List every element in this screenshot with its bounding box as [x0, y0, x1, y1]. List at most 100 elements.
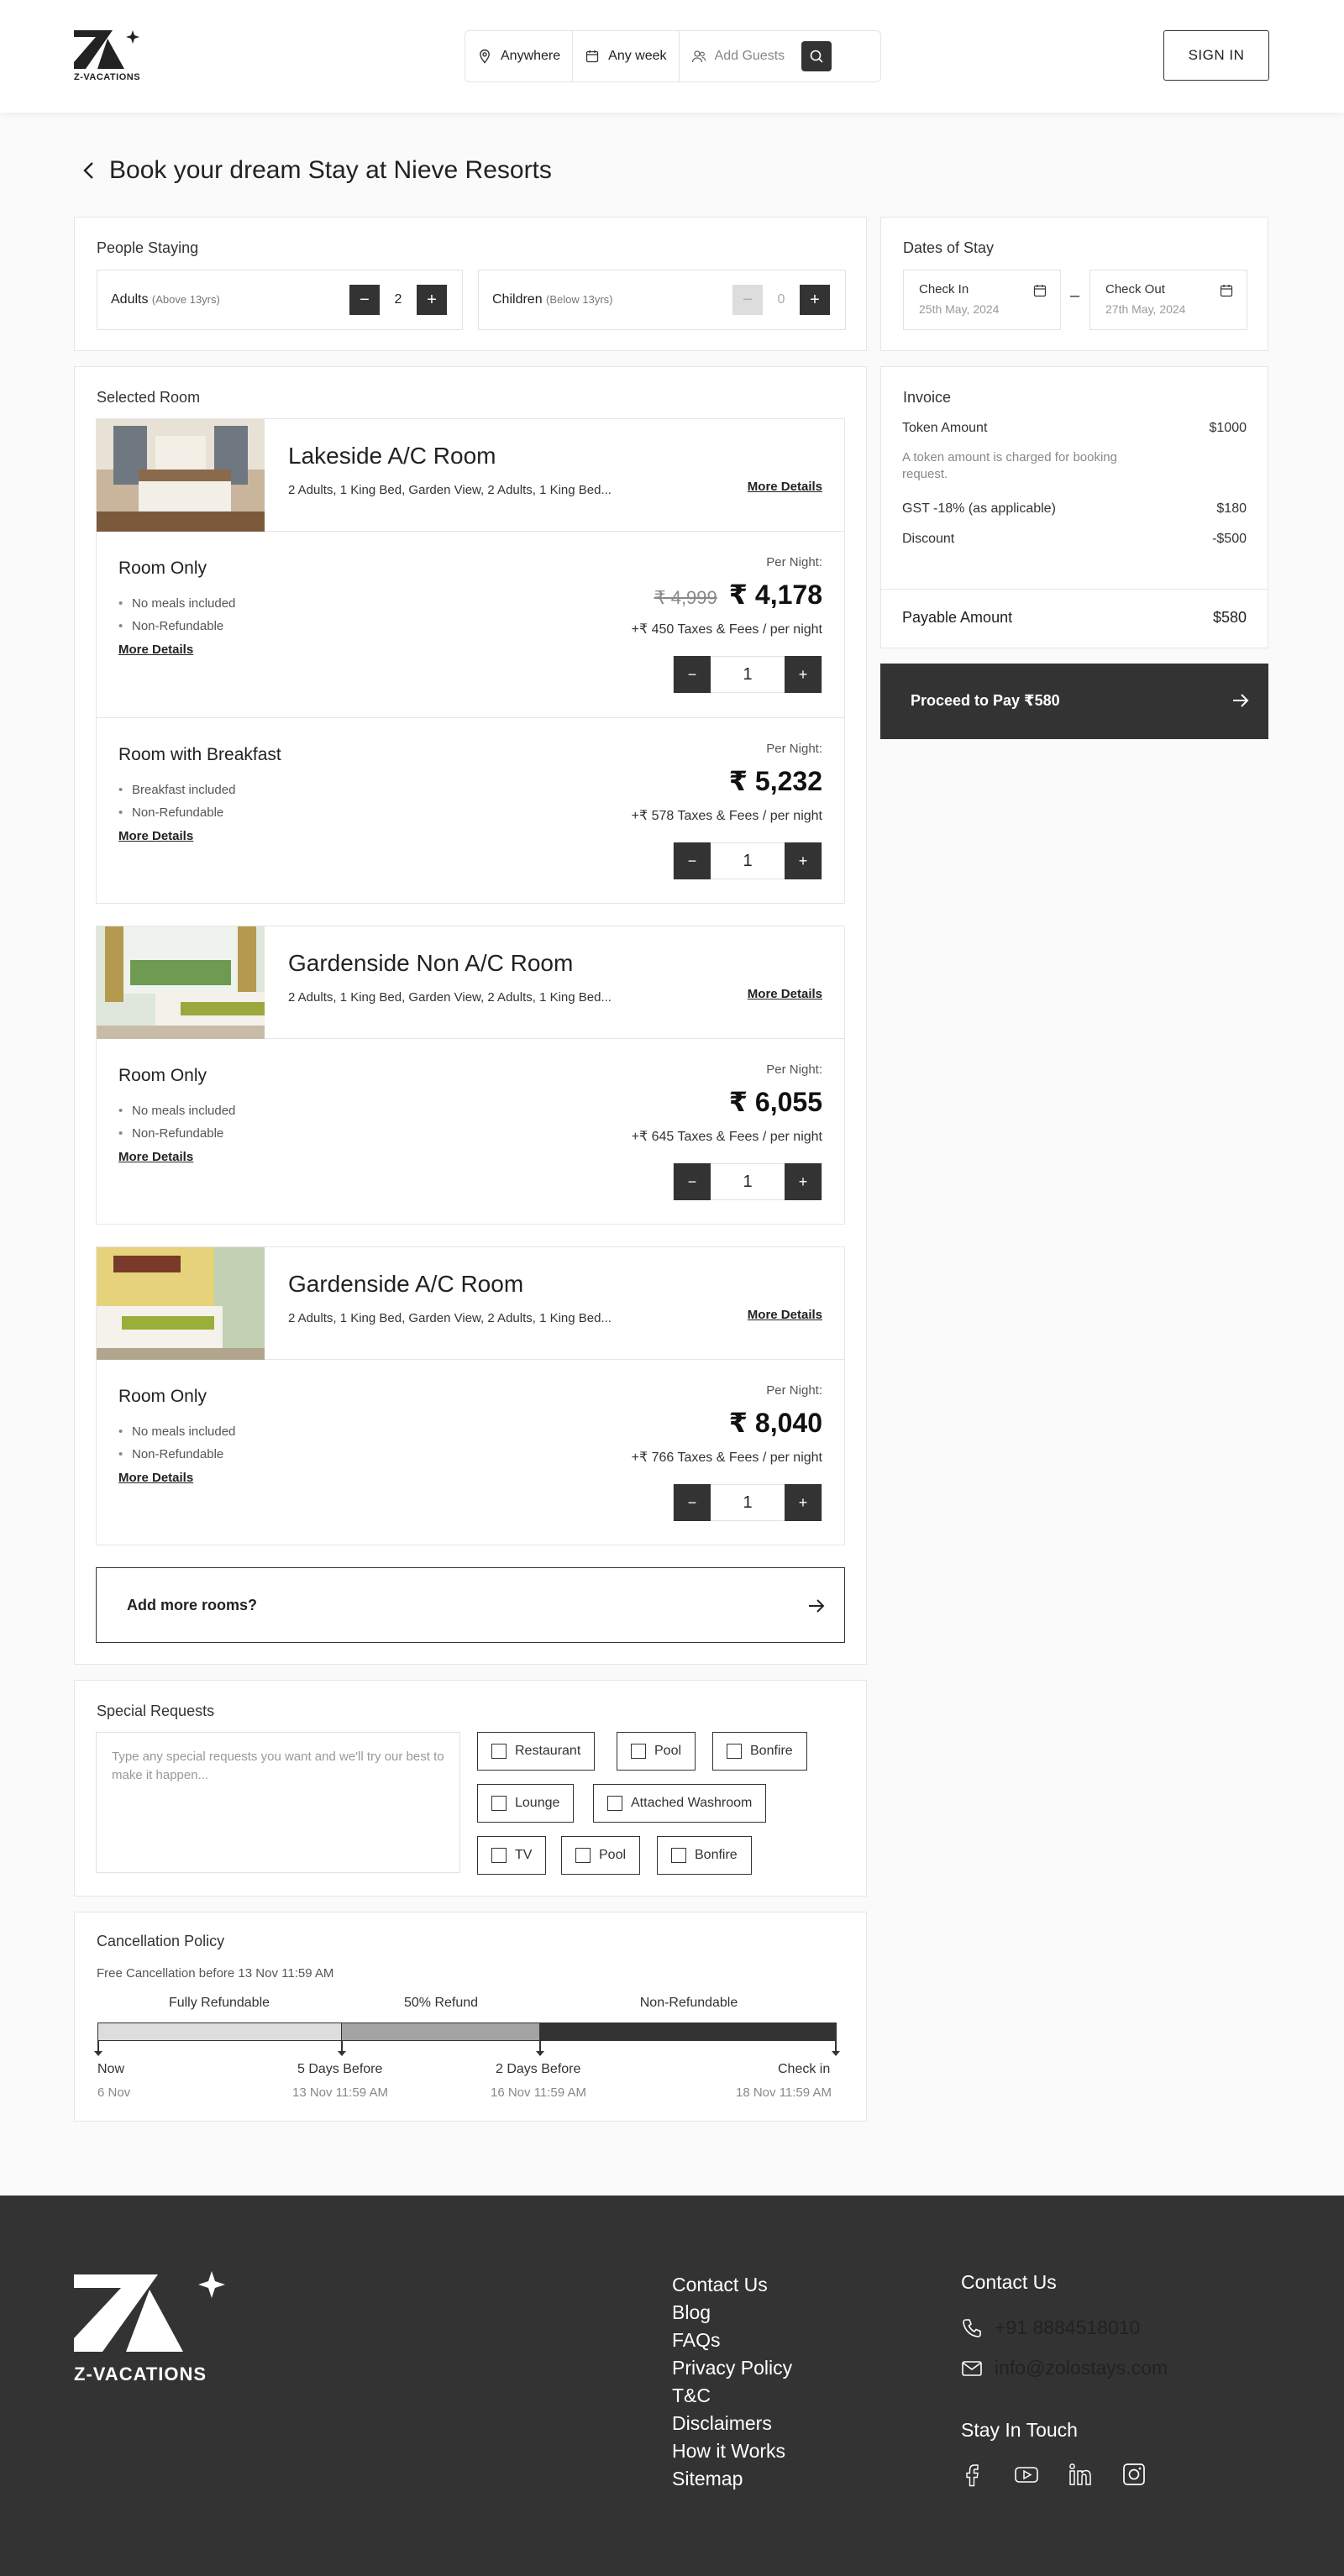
week-value: Any week: [608, 49, 667, 63]
option-label: Lounge: [515, 1796, 560, 1810]
payable-amount-row: Payable Amount $580: [902, 609, 1247, 627]
request-option-tv[interactable]: TV: [477, 1836, 547, 1875]
footer-link-blog[interactable]: Blog: [672, 2299, 792, 2327]
refund-bar-none: [539, 2023, 837, 2041]
footer-phone[interactable]: +91 8884518010: [961, 2316, 1140, 2339]
children-increment-button[interactable]: +: [800, 285, 830, 315]
children-count: 0: [777, 292, 785, 307]
plan-features: Breakfast included Non-Refundable: [118, 779, 235, 824]
youtube-icon[interactable]: [1013, 2461, 1040, 2488]
footer-contact-title: Contact Us: [961, 2271, 1057, 2293]
children-stepper: Children (Below 13yrs) − 0 +: [478, 270, 846, 330]
room-name: Gardenside A/C Room: [288, 1271, 524, 1297]
room-card-gardenside-non-ac: Gardenside Non A/C Room 2 Adults, 1 King…: [96, 926, 845, 1225]
location-filter[interactable]: Anywhere: [465, 31, 574, 81]
request-option-pool[interactable]: Pool: [617, 1732, 696, 1771]
room-more-details-link[interactable]: More Details: [748, 987, 822, 1001]
special-requests-textarea[interactable]: Type any special requests you want and w…: [96, 1732, 460, 1873]
footer-link-disclaimers[interactable]: Disclaimers: [672, 2410, 792, 2437]
invoice-divider: [881, 589, 1268, 590]
current-price: ₹ 5,232: [728, 766, 822, 796]
plan-more-details-link[interactable]: More Details: [118, 643, 193, 657]
check-in-value: 25th May, 2024: [919, 302, 1000, 316]
plan-more-details-link[interactable]: More Details: [118, 829, 193, 843]
plan-feature: No meals included: [118, 592, 235, 615]
footer-link-sitemap[interactable]: Sitemap: [672, 2465, 792, 2493]
footer-link-privacy-policy[interactable]: Privacy Policy: [672, 2354, 792, 2382]
calendar-icon: [1033, 285, 1047, 297]
check-out-label: Check Out: [1105, 282, 1165, 296]
rate-plan: Room Only No meals included Non-Refundab…: [97, 532, 844, 718]
room-description: 2 Adults, 1 King Bed, Garden View, 2 Adu…: [288, 990, 612, 1005]
rate-plan: Room Only No meals included Non-Refundab…: [97, 1039, 844, 1225]
location-pin-icon: [480, 49, 490, 64]
bedroom-image-icon: [97, 1247, 265, 1360]
request-option-bonfire[interactable]: Bonfire: [712, 1732, 807, 1771]
phase-label-non-refundable: Non-Refundable: [639, 1996, 738, 2010]
room-more-details-link[interactable]: More Details: [748, 480, 822, 494]
milestone-date: 18 Nov 11:59 AM: [736, 2085, 832, 2100]
room-header: Lakeside A/C Room 2 Adults, 1 King Bed, …: [97, 419, 844, 532]
footer-link-faqs[interactable]: FAQs: [672, 2327, 792, 2354]
footer-email[interactable]: info@zolostays.com: [961, 2357, 1168, 2379]
sign-in-button[interactable]: SIGN IN: [1163, 30, 1269, 81]
request-option-restaurant[interactable]: Restaurant: [477, 1732, 596, 1771]
plan-name: Room Only: [118, 559, 207, 578]
quantity-increment-button[interactable]: +: [785, 842, 822, 879]
request-option-attached-washroom[interactable]: Attached Washroom: [593, 1784, 767, 1823]
request-option-bonfire-2[interactable]: Bonfire: [657, 1836, 752, 1875]
check-out-field[interactable]: Check Out 27th May, 2024: [1089, 270, 1247, 330]
checkbox-icon: [575, 1848, 591, 1863]
children-decrement-button[interactable]: −: [732, 285, 763, 315]
plan-feature: No meals included: [118, 1420, 235, 1443]
facebook-icon[interactable]: [959, 2461, 986, 2488]
instagram-icon[interactable]: [1121, 2461, 1147, 2488]
plan-more-details-link[interactable]: More Details: [118, 1471, 193, 1485]
search-button[interactable]: [801, 41, 832, 71]
room-photo: [97, 419, 265, 532]
brand-wordmark: Z-VACATIONS: [74, 72, 141, 82]
quantity-increment-button[interactable]: +: [785, 656, 822, 693]
quantity-value: 1: [743, 851, 753, 870]
quantity-decrement-button[interactable]: −: [674, 1484, 711, 1521]
plan-feature: No meals included: [118, 1099, 235, 1122]
week-filter[interactable]: Any week: [573, 31, 680, 81]
rate-plan: Room with Breakfast Breakfast included N…: [97, 718, 844, 905]
proceed-to-pay-button[interactable]: Proceed to Pay ₹580: [880, 664, 1268, 739]
dates-card: Dates of Stay Check In 25th May, 2024 – …: [880, 217, 1268, 351]
plan-more-details-link[interactable]: More Details: [118, 1150, 193, 1164]
guests-filter[interactable]: Add Guests: [680, 31, 797, 81]
milestone-date: 13 Nov 11:59 AM: [292, 2085, 388, 2100]
original-price: ₹ 4,999: [654, 587, 717, 608]
footer-wordmark: Z-VACATIONS: [74, 2364, 207, 2385]
quantity-decrement-button[interactable]: −: [674, 842, 711, 879]
adults-decrement-button[interactable]: −: [349, 285, 380, 315]
brand-logo[interactable]: Z-VACATIONS: [74, 30, 150, 86]
calendar-icon: [586, 50, 599, 63]
chevron-left-icon[interactable]: [81, 160, 97, 181]
add-more-rooms-button[interactable]: Add more rooms?: [96, 1567, 845, 1643]
milestone-tick: [94, 2041, 102, 2056]
footer-link-contact-us[interactable]: Contact Us: [672, 2271, 792, 2299]
check-in-field[interactable]: Check In 25th May, 2024: [903, 270, 1061, 330]
guests-icon: [691, 50, 706, 63]
plan-feature: Non-Refundable: [118, 1443, 235, 1466]
quantity-decrement-button[interactable]: −: [674, 656, 711, 693]
milestone-tick: [536, 2041, 544, 2056]
request-option-pool-2[interactable]: Pool: [561, 1836, 641, 1875]
milestone-label: Now: [97, 2062, 125, 2076]
linkedin-icon[interactable]: [1067, 2461, 1094, 2488]
plan-price: ₹ 5,232: [729, 765, 822, 797]
adults-increment-button[interactable]: +: [417, 285, 447, 315]
room-more-details-link[interactable]: More Details: [748, 1308, 822, 1322]
plan-name: Room with Breakfast: [118, 745, 281, 764]
quantity-increment-button[interactable]: +: [785, 1163, 822, 1200]
footer-brand-logo[interactable]: Z-VACATIONS: [74, 2271, 242, 2389]
request-option-lounge[interactable]: Lounge: [477, 1784, 575, 1823]
quantity-increment-button[interactable]: +: [785, 1484, 822, 1521]
token-amount-value: $1000: [1209, 421, 1247, 435]
discount-label: Discount: [902, 532, 955, 546]
quantity-decrement-button[interactable]: −: [674, 1163, 711, 1200]
footer-link-terms[interactable]: T&C: [672, 2382, 792, 2410]
footer-link-how-it-works[interactable]: How it Works: [672, 2437, 792, 2465]
